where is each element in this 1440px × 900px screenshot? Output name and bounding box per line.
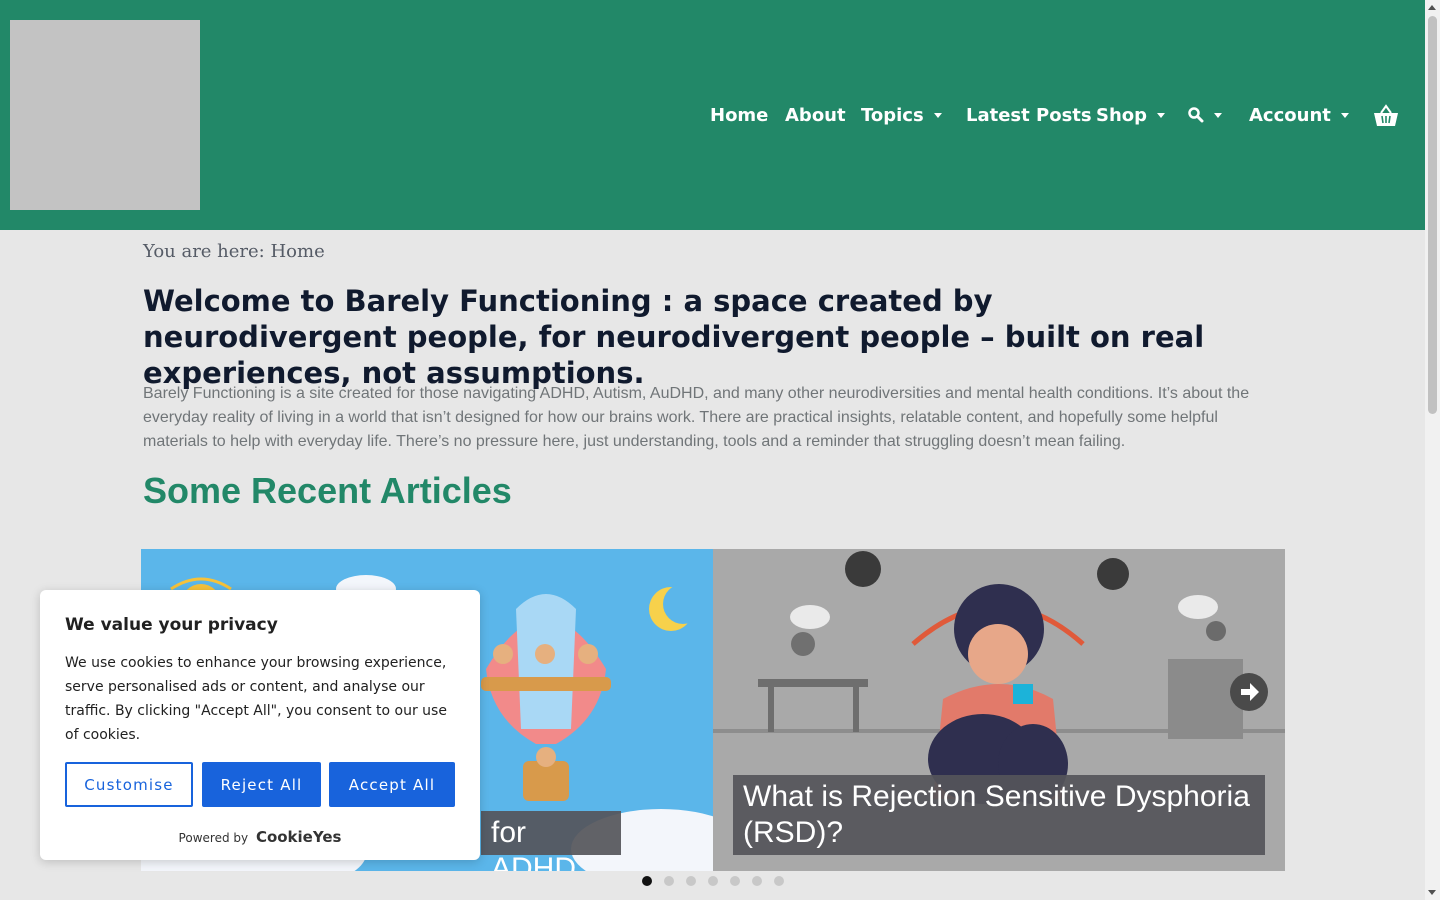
scroll-down-arrow-icon[interactable] xyxy=(1428,890,1436,895)
nav-topics[interactable]: Topics xyxy=(861,100,942,130)
nav-account-label: Account xyxy=(1249,104,1331,126)
recent-articles-heading: Some Recent Articles xyxy=(143,470,512,511)
nav-account[interactable]: Account xyxy=(1249,100,1349,130)
slider-dot[interactable] xyxy=(708,876,718,886)
breadcrumb: You are here: Home xyxy=(143,241,325,262)
nav-latest-posts-label: Latest Posts xyxy=(966,104,1092,126)
chevron-down-icon xyxy=(1214,112,1222,118)
scrollbar-thumb[interactable] xyxy=(1428,16,1437,414)
customise-button[interactable]: Customise xyxy=(65,762,193,807)
nav-topics-label: Topics xyxy=(861,104,924,126)
slider-dot[interactable] xyxy=(752,876,762,886)
nav-about[interactable]: About xyxy=(785,100,846,130)
nav-shop-label: Shop xyxy=(1096,104,1148,126)
slide-rsd[interactable]: What is Rejection Sensitive Dysphoria (R… xyxy=(713,549,1285,871)
chevron-down-icon xyxy=(933,112,942,118)
slide-caption[interactable]: for ADHD xyxy=(481,811,621,871)
powered-by-label: Powered by xyxy=(178,831,249,845)
chevron-down-icon xyxy=(1340,112,1349,118)
cookieyes-logo[interactable]: CookieYes xyxy=(256,828,342,846)
cookie-consent-banner: We value your privacy We use cookies to … xyxy=(40,590,480,860)
slider-next-button[interactable] xyxy=(1230,673,1268,711)
nav-shop[interactable]: Shop xyxy=(1096,100,1166,130)
page-scrollbar[interactable] xyxy=(1425,0,1440,900)
slider-dot[interactable] xyxy=(730,876,740,886)
slider-dot[interactable] xyxy=(642,876,652,886)
site-logo[interactable] xyxy=(10,20,200,210)
powered-by: Powered by CookieYes xyxy=(40,828,480,846)
arrow-right-icon xyxy=(1241,683,1259,701)
nav-search[interactable] xyxy=(1188,100,1222,130)
scroll-up-arrow-icon[interactable] xyxy=(1428,5,1436,10)
cookie-title: We value your privacy xyxy=(65,615,278,635)
nav-home[interactable]: Home xyxy=(710,100,768,130)
search-icon xyxy=(1188,107,1204,123)
cookie-description: We use cookies to enhance your browsing … xyxy=(65,655,447,743)
basket-icon[interactable] xyxy=(1373,104,1399,128)
page-title: Welcome to Barely Functioning : a space … xyxy=(143,284,1205,390)
chevron-down-icon xyxy=(1157,112,1166,118)
nav-about-label: About xyxy=(785,104,846,126)
nav-home-label: Home xyxy=(710,104,769,126)
site-header: Home About Topics Latest Posts Shop Acco… xyxy=(0,0,1425,230)
intro-paragraph: Barely Functioning is a site created for… xyxy=(143,385,1250,450)
nav-latest-posts[interactable]: Latest Posts xyxy=(966,100,1092,130)
slider-dot[interactable] xyxy=(664,876,674,886)
slider-pagination xyxy=(642,876,784,886)
slide-caption[interactable]: What is Rejection Sensitive Dysphoria (R… xyxy=(733,775,1265,855)
reject-all-button[interactable]: Reject All xyxy=(202,762,321,807)
slider-dot[interactable] xyxy=(774,876,784,886)
accept-all-button[interactable]: Accept All xyxy=(329,762,455,807)
slider-dot[interactable] xyxy=(686,876,696,886)
